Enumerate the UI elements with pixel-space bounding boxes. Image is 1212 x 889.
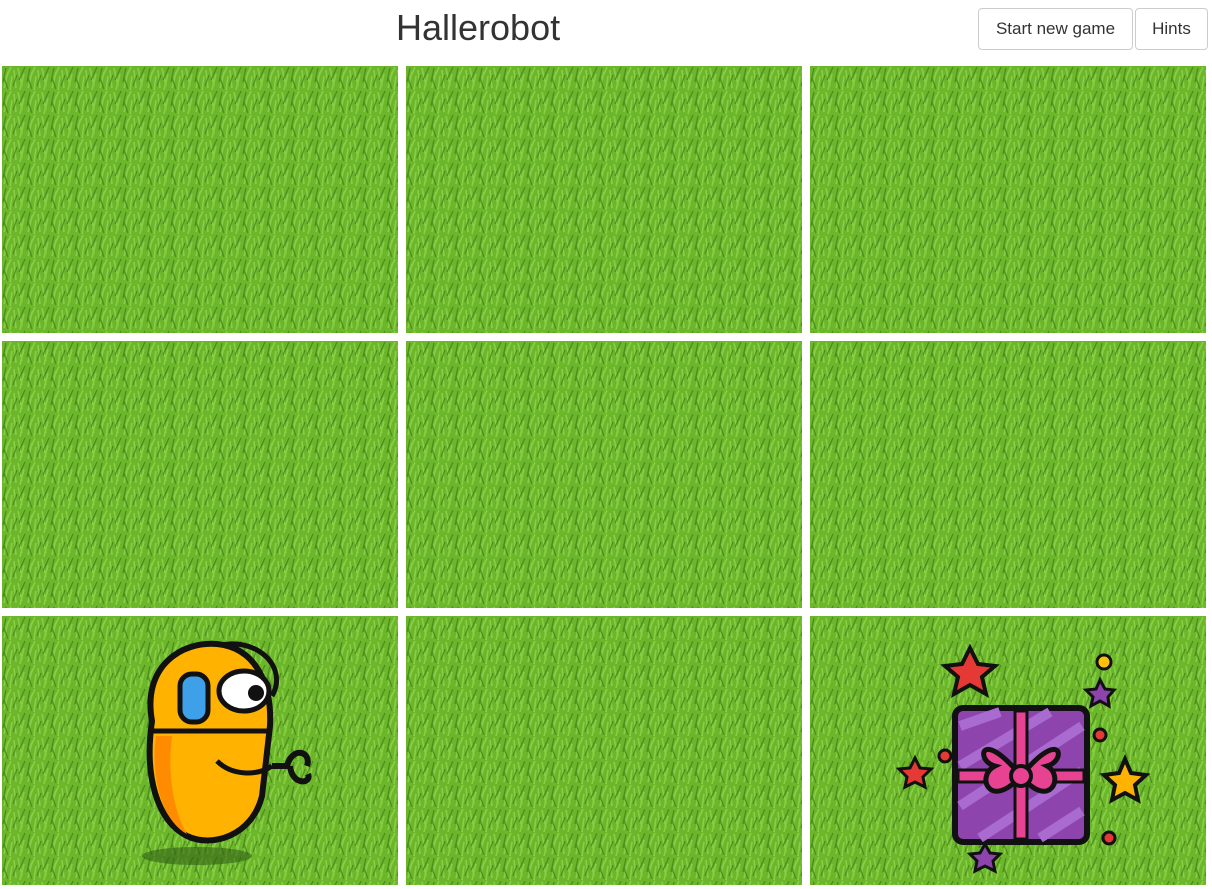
grass-texture — [2, 341, 398, 608]
grass-texture — [810, 66, 1206, 333]
grass-texture — [406, 341, 802, 608]
grass-texture — [2, 66, 398, 333]
board-cell-r1c3[interactable] — [810, 66, 1206, 333]
board-cell-r3c1[interactable] — [2, 616, 398, 885]
grass-texture — [406, 616, 802, 885]
grass-texture — [406, 66, 802, 333]
game-board — [2, 66, 1208, 885]
board-cell-r3c2[interactable] — [406, 616, 802, 885]
page-title: Hallerobot — [396, 7, 561, 48]
board-cell-r2c1[interactable] — [2, 341, 398, 608]
start-new-game-button[interactable]: Start new game — [978, 8, 1133, 50]
robot-icon — [142, 640, 312, 865]
board-cell-r2c3[interactable] — [810, 341, 1206, 608]
board-cell-r1c2[interactable] — [406, 66, 802, 333]
board-cell-r2c2[interactable] — [406, 341, 802, 608]
board-cell-r3c3[interactable] — [810, 616, 1206, 885]
header: Hallerobot Start new game Hints — [0, 0, 1212, 62]
grass-texture — [810, 341, 1206, 608]
board-cell-r1c1[interactable] — [2, 66, 398, 333]
hints-button[interactable]: Hints — [1135, 8, 1208, 50]
gift-icon — [895, 643, 1151, 874]
